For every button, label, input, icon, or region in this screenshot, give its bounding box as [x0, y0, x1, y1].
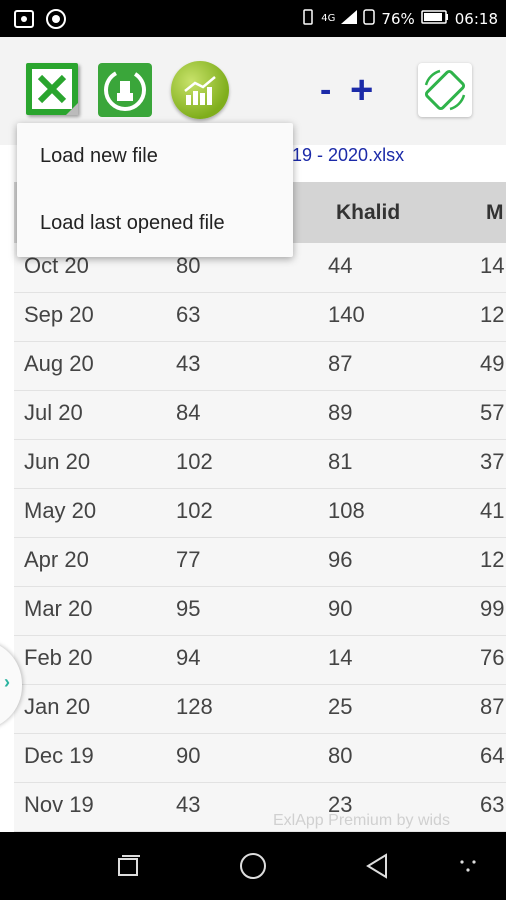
table-cell[interactable]: 94: [176, 645, 200, 671]
column-header[interactable]: Khalid: [336, 201, 400, 225]
table-row[interactable]: May 20 102 108 41: [14, 488, 506, 538]
table-cell[interactable]: 12: [480, 302, 504, 328]
data-table: Khalid M Oct 20 80 44 14 Sep 20 63 140 1…: [14, 182, 506, 832]
menu-item-load-last-file[interactable]: Load last opened file: [17, 190, 293, 257]
table-cell[interactable]: 90: [328, 596, 352, 622]
table-cell[interactable]: Dec 19: [24, 743, 94, 769]
table-cell[interactable]: 96: [328, 547, 352, 573]
table-cell[interactable]: 81: [328, 449, 352, 475]
table-cell[interactable]: 84: [176, 400, 200, 426]
table-cell[interactable]: 44: [328, 253, 352, 279]
battery-icon: [421, 9, 449, 28]
chevron-right-icon: ›: [4, 672, 10, 692]
table-cell[interactable]: May 20: [24, 498, 96, 524]
chrome-icon: [46, 9, 66, 33]
signal-icon: [341, 9, 358, 28]
table-row[interactable]: Jun 20 102 81 37: [14, 439, 506, 489]
table-cell[interactable]: 14: [328, 645, 352, 671]
vibrate-icon: [301, 8, 315, 29]
table-cell[interactable]: 14: [480, 253, 504, 279]
table-cell[interactable]: 25: [328, 694, 352, 720]
recent-apps-icon[interactable]: [112, 850, 144, 882]
navigation-bar: [0, 832, 506, 900]
table-cell[interactable]: Jun 20: [24, 449, 90, 475]
table-cell[interactable]: 89: [328, 400, 352, 426]
table-cell[interactable]: 64: [480, 743, 504, 769]
load-file-menu: Load new file Load last opened file: [17, 123, 293, 257]
table-cell[interactable]: 140: [328, 302, 365, 328]
table-cell[interactable]: Aug 20: [24, 351, 94, 377]
table-cell[interactable]: 102: [176, 498, 213, 524]
sim-icon: [363, 8, 376, 29]
menu-item-load-new-file[interactable]: Load new file: [17, 123, 293, 190]
table-cell[interactable]: 49: [480, 351, 504, 377]
file-name: 019 - 2020.xlsx: [282, 145, 405, 165]
zoom-in-button[interactable]: +: [350, 70, 384, 110]
table-cell[interactable]: 90: [176, 743, 200, 769]
table-cell[interactable]: 87: [480, 694, 504, 720]
table-row[interactable]: Jul 20 84 89 57: [14, 390, 506, 440]
table-cell[interactable]: 43: [176, 792, 200, 818]
more-icon[interactable]: [452, 850, 484, 882]
table-row[interactable]: Feb 20 94 14 76: [14, 635, 506, 685]
clean-icon[interactable]: [98, 63, 152, 117]
battery-percent: 76%: [381, 9, 415, 28]
table-cell[interactable]: 77: [176, 547, 200, 573]
table-row[interactable]: Sep 20 63 140 12: [14, 292, 506, 342]
rotate-icon[interactable]: [418, 63, 472, 117]
excel-icon[interactable]: [26, 63, 78, 115]
table-cell[interactable]: 63: [176, 302, 200, 328]
table-cell[interactable]: Mar 20: [24, 596, 92, 622]
table-cell[interactable]: Jan 20: [24, 694, 90, 720]
table-cell[interactable]: 80: [328, 743, 352, 769]
table-row[interactable]: Dec 19 90 80 64: [14, 733, 506, 783]
zoom-out-button[interactable]: -: [320, 73, 342, 107]
table-cell[interactable]: Apr 20: [24, 547, 89, 573]
back-icon[interactable]: [362, 850, 394, 882]
table-cell[interactable]: Feb 20: [24, 645, 93, 671]
network-type: 4G: [321, 13, 336, 24]
table-cell[interactable]: 12: [480, 547, 504, 573]
table-cell[interactable]: 87: [328, 351, 352, 377]
table-cell[interactable]: 57: [480, 400, 504, 426]
table-row[interactable]: Jan 20 128 25 87: [14, 684, 506, 734]
table-cell[interactable]: Nov 19: [24, 792, 94, 818]
table-cell[interactable]: 108: [328, 498, 365, 524]
clock: 06:18: [454, 9, 498, 28]
chart-icon[interactable]: [171, 61, 229, 119]
home-icon[interactable]: [237, 850, 269, 882]
table-cell[interactable]: 76: [480, 645, 504, 671]
table-cell[interactable]: 128: [176, 694, 213, 720]
table-cell[interactable]: 43: [176, 351, 200, 377]
table-cell[interactable]: 37: [480, 449, 504, 475]
table-cell[interactable]: Jul 20: [24, 400, 83, 426]
table-cell[interactable]: 99: [480, 596, 504, 622]
table-row[interactable]: Apr 20 77 96 12: [14, 537, 506, 587]
table-row[interactable]: Mar 20 95 90 99: [14, 586, 506, 636]
screenshot-icon: [14, 10, 34, 32]
table-cell[interactable]: 63: [480, 792, 504, 818]
status-bar: 4G 76% 06:18: [0, 0, 506, 37]
column-header[interactable]: M: [486, 201, 504, 225]
table-cell[interactable]: 41: [480, 498, 504, 524]
table-row[interactable]: Aug 20 43 87 49: [14, 341, 506, 391]
table-cell[interactable]: 102: [176, 449, 213, 475]
table-cell[interactable]: 95: [176, 596, 200, 622]
watermark: ExlApp Premium by wids: [273, 812, 450, 829]
table-cell[interactable]: Sep 20: [24, 302, 94, 328]
